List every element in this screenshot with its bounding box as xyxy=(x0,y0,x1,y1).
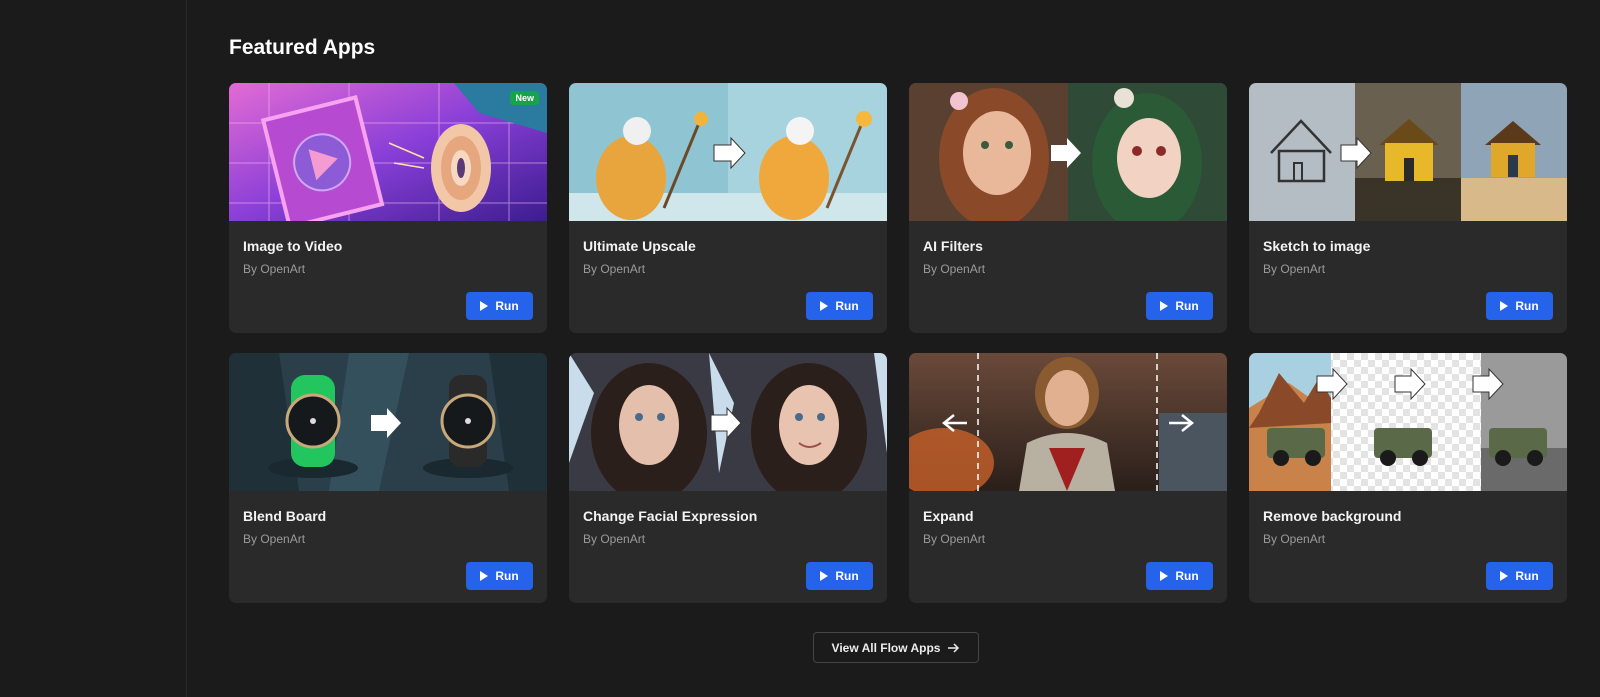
app-author: By OpenArt xyxy=(243,532,306,546)
play-icon xyxy=(820,301,829,311)
app-card-ultimate-upscale[interactable]: Ultimate Upscale By OpenArt Run xyxy=(569,83,887,333)
app-thumbnail xyxy=(229,353,547,491)
app-title: Image to Video xyxy=(243,238,343,254)
run-label: Run xyxy=(1175,569,1199,583)
app-author: By OpenArt xyxy=(583,532,646,546)
play-icon xyxy=(1500,571,1509,581)
run-button[interactable]: Run xyxy=(1146,562,1213,590)
run-label: Run xyxy=(835,299,859,313)
app-title: Change Facial Expression xyxy=(583,508,758,524)
sidebar xyxy=(0,0,187,697)
run-label: Run xyxy=(1515,299,1539,313)
app-thumbnail xyxy=(569,353,887,491)
app-title: Expand xyxy=(923,508,974,524)
view-all-label: View All Flow Apps xyxy=(831,640,941,655)
play-icon xyxy=(1500,301,1509,311)
app-thumbnail xyxy=(569,83,887,221)
app-card-expand[interactable]: Expand By OpenArt Run xyxy=(909,353,1227,603)
app-thumbnail xyxy=(1249,83,1567,221)
run-label: Run xyxy=(495,299,519,313)
run-label: Run xyxy=(495,569,519,583)
run-button[interactable]: Run xyxy=(806,562,873,590)
app-title: AI Filters xyxy=(923,238,983,254)
app-title: Blend Board xyxy=(243,508,327,524)
play-icon xyxy=(820,571,829,581)
app-title: Remove background xyxy=(1263,508,1402,524)
app-card-ai-filters[interactable]: AI Filters By OpenArt Run xyxy=(909,83,1227,333)
featured-apps-grid: New Image to Video By OpenArt Run Ultima… xyxy=(229,83,1567,603)
app-title: Ultimate Upscale xyxy=(583,238,696,254)
section-title: Featured Apps xyxy=(229,36,376,59)
run-button[interactable]: Run xyxy=(1486,562,1553,590)
run-button[interactable]: Run xyxy=(466,562,533,590)
run-label: Run xyxy=(1515,569,1539,583)
app-card-blend-board[interactable]: Blend Board By OpenArt Run xyxy=(229,353,547,603)
app-author: By OpenArt xyxy=(583,262,646,276)
app-thumbnail xyxy=(1249,353,1567,491)
app-thumbnail xyxy=(909,353,1227,491)
app-author: By OpenArt xyxy=(923,532,986,546)
app-author: By OpenArt xyxy=(923,262,986,276)
app-thumbnail: New xyxy=(229,83,547,221)
app-card-change-facial-expression[interactable]: Change Facial Expression By OpenArt Run xyxy=(569,353,887,603)
app-title: Sketch to image xyxy=(1263,238,1371,254)
new-badge: New xyxy=(510,91,539,105)
run-button[interactable]: Run xyxy=(1486,292,1553,320)
main-content: Featured Apps New Image to Video By Open… xyxy=(187,0,1600,697)
run-label: Run xyxy=(835,569,859,583)
scrollbar[interactable] xyxy=(1586,0,1600,697)
view-all-flow-apps-button[interactable]: View All Flow Apps xyxy=(813,632,979,663)
app-card-sketch-to-image[interactable]: Sketch to image By OpenArt Run xyxy=(1249,83,1567,333)
run-button[interactable]: Run xyxy=(466,292,533,320)
arrow-right-icon xyxy=(948,642,960,653)
app-author: By OpenArt xyxy=(243,262,306,276)
app-author: By OpenArt xyxy=(1263,532,1326,546)
play-icon xyxy=(480,301,489,311)
app-author: By OpenArt xyxy=(1263,262,1326,276)
play-icon xyxy=(1160,301,1169,311)
run-button[interactable]: Run xyxy=(1146,292,1213,320)
run-button[interactable]: Run xyxy=(806,292,873,320)
play-icon xyxy=(1160,571,1169,581)
run-label: Run xyxy=(1175,299,1199,313)
app-card-remove-background[interactable]: Remove background By OpenArt Run xyxy=(1249,353,1567,603)
app-thumbnail xyxy=(909,83,1227,221)
play-icon xyxy=(480,571,489,581)
app-card-image-to-video[interactable]: New Image to Video By OpenArt Run xyxy=(229,83,547,333)
